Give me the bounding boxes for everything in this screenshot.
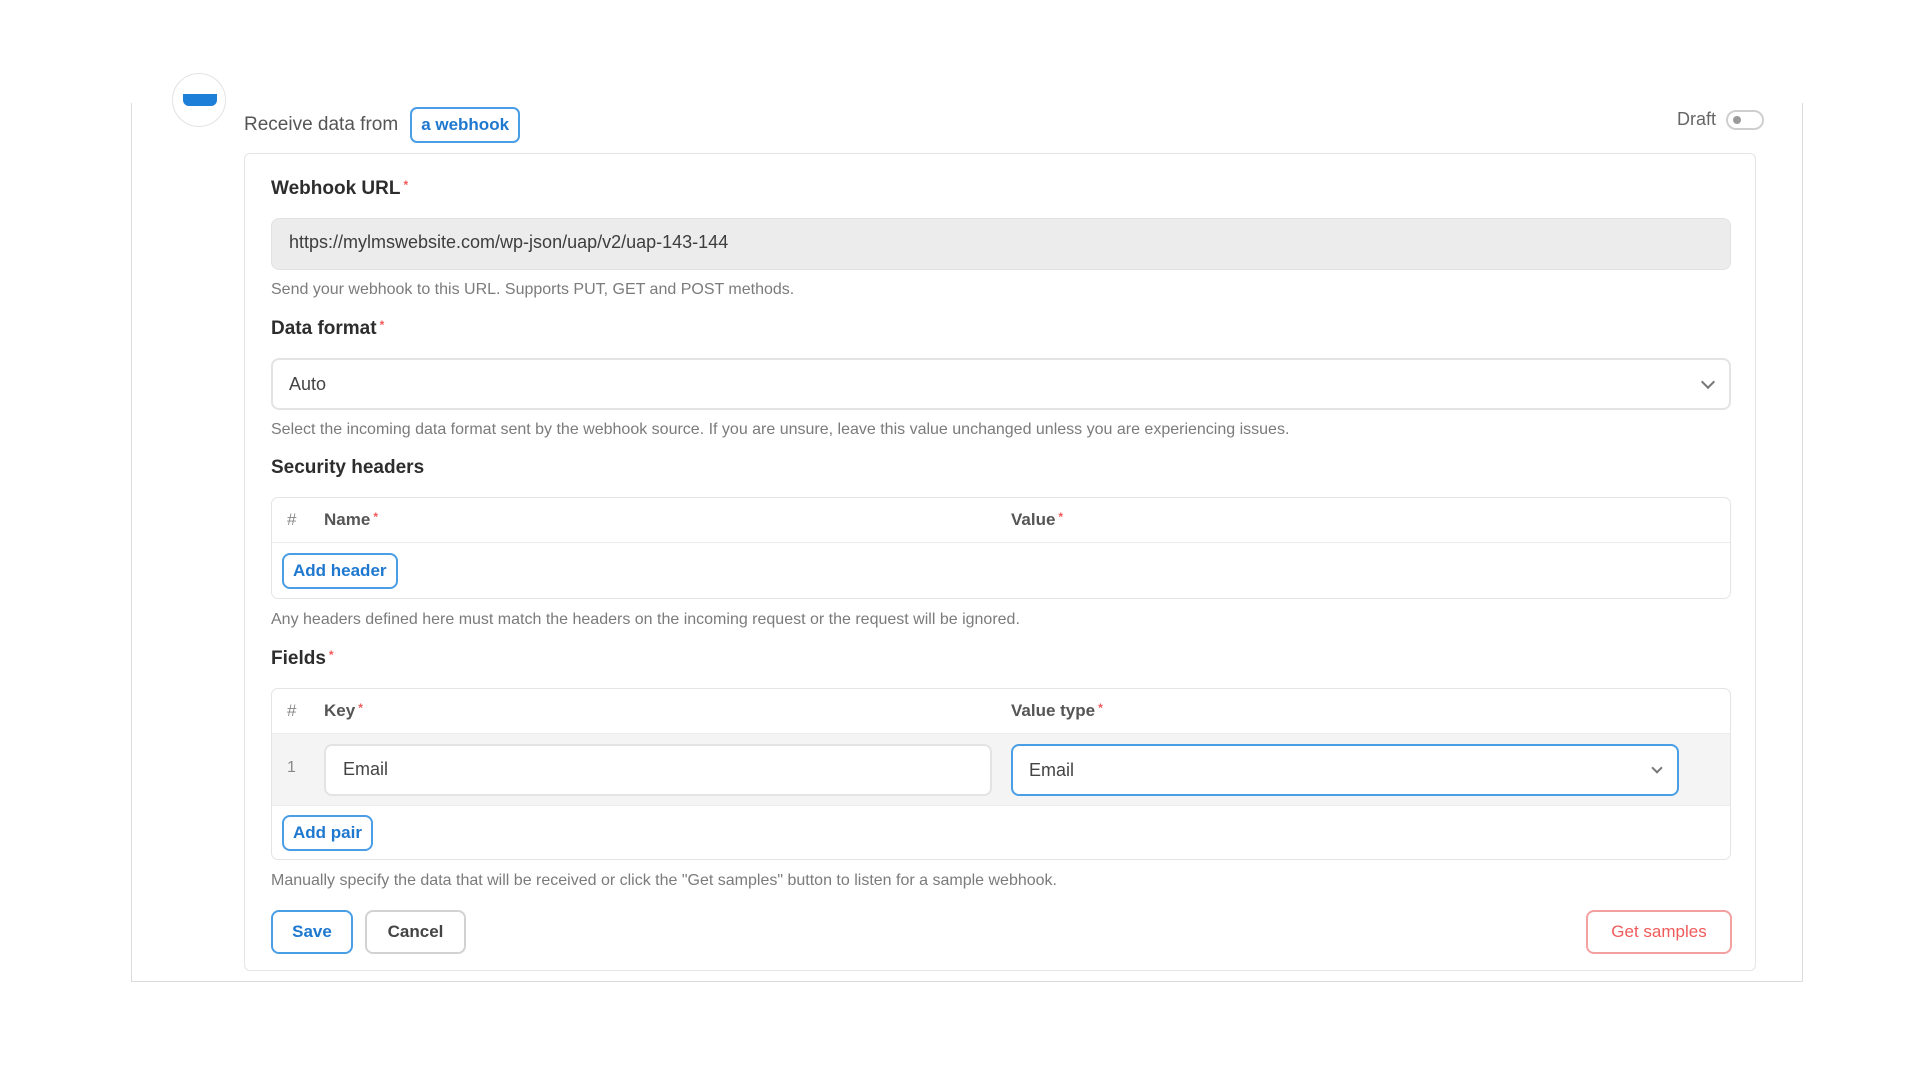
required-mark: * [328, 648, 334, 662]
webhook-url-label: Webhook URL * [271, 178, 408, 200]
fields-label: Fields * [271, 648, 334, 670]
column-header-value: Value * [1011, 510, 1064, 529]
add-header-button[interactable]: Add header [282, 553, 398, 589]
required-mark: * [379, 318, 385, 332]
data-format-value: Auto [289, 373, 327, 394]
chevron-down-icon [1700, 374, 1716, 389]
webhook-settings-card: Webhook URL * https://mylmswebsite.com/wp… [244, 153, 1756, 971]
add-pair-button[interactable]: Add pair [282, 815, 373, 851]
security-headers-label: Security headers [271, 457, 425, 478]
data-format-label: Data format * [271, 318, 384, 340]
chevron-down-icon [1651, 761, 1663, 774]
required-mark: * [403, 178, 409, 192]
table-row: 1 Email Email [272, 734, 1730, 806]
webhook-url-label-text: Webhook URL [271, 178, 401, 199]
fields-table: # Key * Value type * 1 Email Email Add pai… [271, 688, 1731, 860]
trigger-row: Receive data from a webhook [244, 107, 521, 143]
key-input[interactable]: Email [324, 744, 992, 796]
webhook-url-help: Send your webhook to this URL. Supports … [271, 281, 795, 298]
security-headers-table-header: # Name * Value * [272, 498, 1730, 543]
draft-label: Draft [1676, 109, 1716, 129]
draft-toggle[interactable] [1726, 109, 1764, 130]
security-headers-table: # Name * Value * Add header [271, 497, 1731, 599]
security-headers-help: Any headers defined here must match the … [271, 611, 1020, 628]
data-format-help: Select the incoming data format sent by … [271, 421, 1290, 438]
column-header-value-type: Value type * [1011, 701, 1103, 720]
get-samples-button[interactable]: Get samples [1586, 910, 1732, 954]
fields-table-header: # Key * Value type * [272, 689, 1730, 734]
column-header-name: Name * [324, 510, 378, 529]
save-button[interactable]: Save [271, 910, 353, 954]
data-format-label-text: Data format [271, 318, 377, 339]
column-header-hash: # [287, 510, 297, 529]
data-format-select[interactable]: Auto [271, 358, 1731, 410]
toggle-knob-icon [1733, 115, 1741, 124]
row-index: 1 [287, 759, 296, 776]
fields-help: Manually specify the data that will be r… [271, 872, 1057, 889]
trigger-text: Receive data from [244, 114, 399, 135]
column-header-key: Key * [324, 701, 363, 720]
column-header-hash: # [287, 701, 297, 720]
value-type-value: Email [1029, 759, 1075, 780]
value-type-select[interactable]: Email [1011, 744, 1679, 796]
step-badge-icon [172, 73, 226, 127]
webhook-url-field[interactable]: https://mylmswebsite.com/wp-json/uap/v2/… [271, 218, 1731, 270]
draft-control: Draft [1677, 109, 1764, 130]
recipe-step-frame: Receive data from a webhook Draft Webhoo… [131, 73, 1803, 982]
trigger-source-chip[interactable]: a webhook [410, 107, 521, 143]
fields-label-text: Fields [271, 648, 326, 669]
cancel-button[interactable]: Cancel [365, 910, 466, 954]
